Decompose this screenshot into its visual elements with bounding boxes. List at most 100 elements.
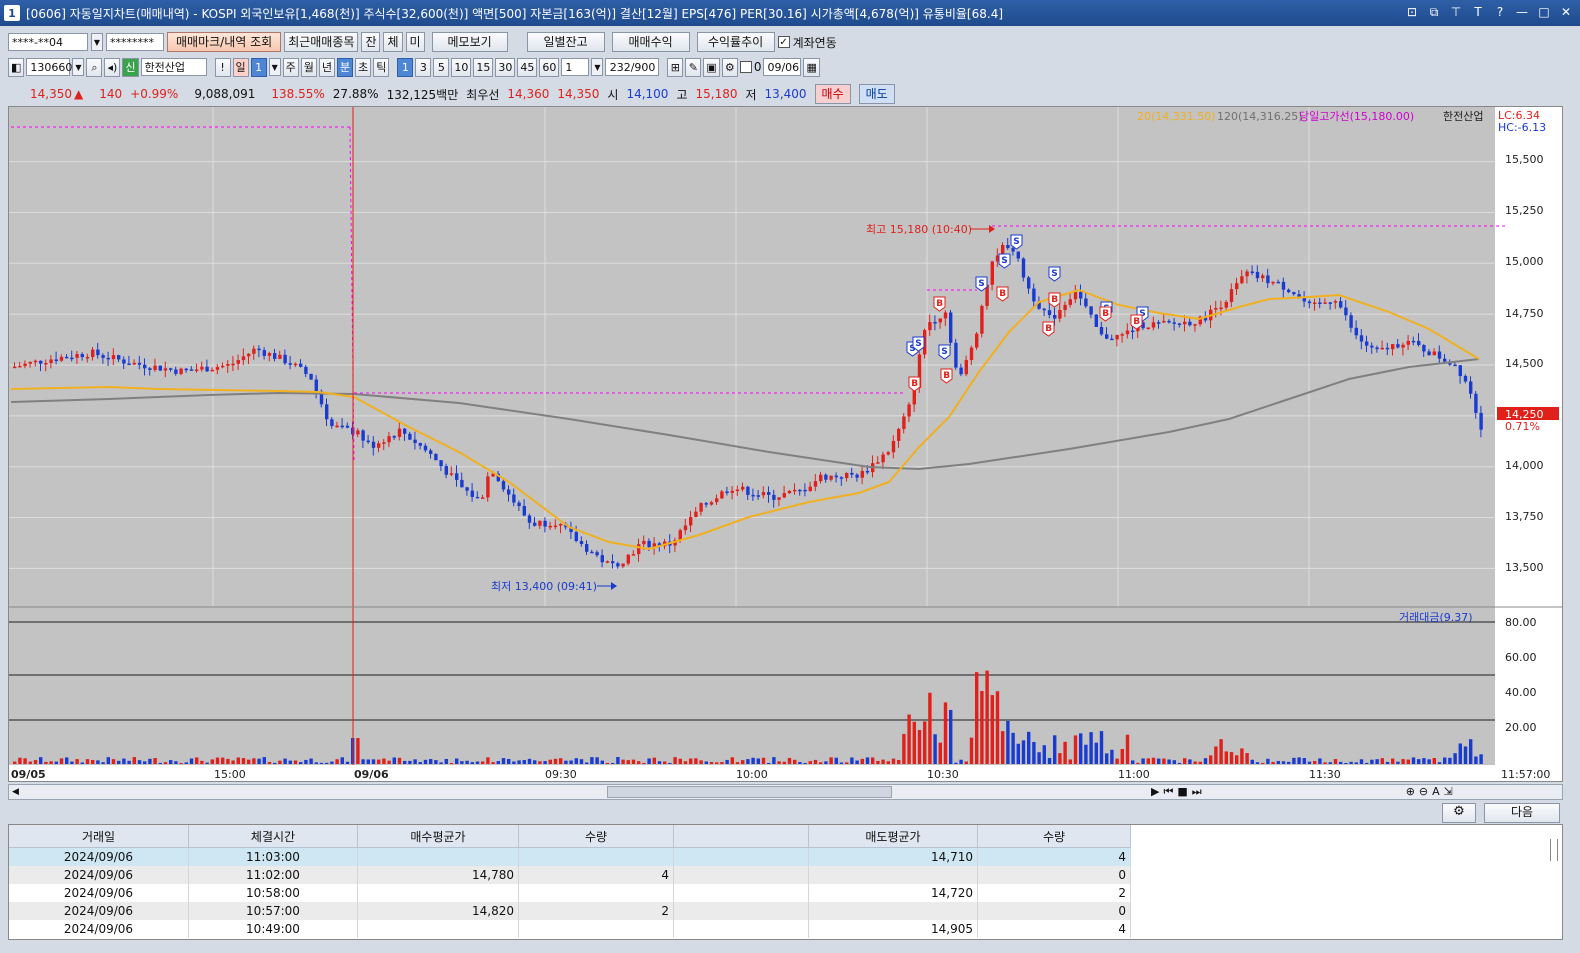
scroll-right-icon[interactable]: ▶ [1151, 785, 1159, 799]
interval-1-button[interactable]: 1 [397, 57, 414, 77]
stop-icon[interactable]: ■ [1177, 785, 1187, 799]
chart-panel[interactable]: SSSSSSSSSBBBBBBBB 20(14,331.50) 120(14,3… [8, 106, 1563, 782]
recent-trades-button[interactable]: 최근매매종목 [284, 32, 359, 52]
interval-45-button[interactable]: 45 [517, 57, 538, 77]
next-button[interactable]: 다음 [1484, 803, 1560, 823]
alert-button[interactable]: ! [214, 57, 231, 77]
grid-scrollbar[interactable] [1550, 839, 1558, 861]
search-icon[interactable]: ⌕ [86, 57, 103, 77]
candle [527, 515, 532, 523]
table-row[interactable]: 2024/09/06 11:03:00 14,710 4 [9, 847, 1131, 866]
return-trend-button[interactable]: 수익률추이 [696, 32, 775, 52]
table-cell: 14,710 [808, 847, 978, 866]
col-header[interactable]: 체결시간 [188, 825, 358, 848]
trade-profit-button[interactable]: 매매수익 [611, 32, 690, 52]
interval-15-button[interactable]: 15 [473, 57, 494, 77]
scroll-left-icon[interactable]: ◀ [12, 785, 19, 799]
stock-code-field[interactable]: 130660 [26, 58, 72, 76]
candle [340, 425, 344, 428]
save-icon[interactable]: ▣ [703, 57, 720, 77]
period-second-button[interactable]: 초 [355, 57, 372, 77]
interval-5-button[interactable]: 5 [433, 57, 450, 77]
interval-3-button[interactable]: 3 [415, 57, 432, 77]
help-icon[interactable]: ? [1492, 4, 1508, 20]
volume-bar [486, 757, 490, 764]
period-year-button[interactable]: 년 [318, 57, 336, 77]
period-num-field[interactable]: 1 [250, 57, 267, 77]
interval-30-button[interactable]: 30 [495, 57, 516, 77]
period-minute-button[interactable]: 분 [337, 57, 354, 77]
count-select[interactable]: 1 [561, 58, 590, 76]
candle [382, 442, 386, 444]
stock-name-field[interactable]: 한전산업 [140, 58, 207, 76]
last-icon[interactable]: ⏭ [1192, 785, 1202, 799]
first-icon[interactable]: ⏮ [1163, 785, 1173, 799]
candle [470, 490, 474, 497]
sound-icon[interactable]: ◂) [104, 57, 121, 77]
candle [174, 369, 178, 374]
col-header[interactable]: 매수평균가 [357, 825, 519, 848]
zoom-in-icon[interactable]: ⊕ [1406, 785, 1415, 799]
unexecuted-button[interactable]: 미 [405, 32, 425, 52]
trade-volume: 9,088,091 [194, 87, 256, 101]
maximize-button[interactable]: □ [1536, 4, 1552, 20]
tile-icon[interactable]: ⧉ [1426, 4, 1442, 20]
table-row[interactable]: 2024/09/06 11:02:00 14,780 4 0 [9, 866, 1131, 884]
price-chart[interactable]: SSSSSSSSSBBBBBBBB 20(14,331.50) 120(14,3… [9, 107, 1562, 781]
period-month-button[interactable]: 월 [300, 57, 317, 77]
account-dropdown-icon[interactable]: ▼ [91, 33, 103, 51]
table-row[interactable]: 2024/09/06 10:49:00 14,905 4 [9, 920, 1131, 938]
col-header[interactable]: 수량 [518, 825, 674, 848]
period-tick-button[interactable]: 틱 [373, 57, 390, 77]
table-cell [518, 847, 674, 866]
candle [1313, 302, 1317, 304]
col-header[interactable]: 거래일 [9, 825, 189, 848]
daily-balance-button[interactable]: 일별잔고 [526, 32, 605, 52]
font-icon[interactable]: T [1470, 4, 1486, 20]
layout-icon[interactable]: ◧ [8, 57, 25, 77]
bar-count-field[interactable]: 232/900 [605, 58, 660, 76]
volume-bar [54, 761, 58, 764]
interval-60-button[interactable]: 60 [539, 57, 560, 77]
candle [309, 373, 313, 380]
price-tick: 13,750 [1505, 510, 1544, 523]
indicator-icon[interactable]: ⊞ [667, 57, 684, 77]
close-button[interactable]: ✕ [1558, 4, 1574, 20]
password-field[interactable]: ******** [106, 33, 164, 51]
dock-icon[interactable]: ⊡ [1404, 4, 1420, 20]
trade-mark-query-button[interactable]: 매매마크/내역 조회 [167, 32, 282, 52]
font-size-icon[interactable]: A [1432, 785, 1440, 799]
table-row[interactable]: 2024/09/06 10:57:00 14,820 2 0 [9, 902, 1131, 920]
calendar-icon[interactable]: ▦ [803, 57, 820, 77]
volume-bar [169, 760, 173, 764]
period-day-button[interactable]: 일 [232, 57, 249, 77]
account-link-checkbox[interactable]: ✓ [777, 36, 790, 48]
period-week-button[interactable]: 주 [282, 57, 299, 77]
minimize-button[interactable]: — [1514, 4, 1530, 20]
zoom-out-icon[interactable]: ⊖ [1419, 785, 1428, 799]
settings-icon[interactable]: ⚙ [721, 57, 738, 77]
date-checkbox[interactable] [739, 61, 752, 73]
table-row[interactable]: 2024/09/06 10:58:00 14,720 2 [9, 884, 1131, 902]
draw-icon[interactable]: ✎ [685, 57, 702, 77]
period-dropdown-icon[interactable]: ▼ [268, 58, 281, 76]
sell-button[interactable]: 매도 [858, 84, 895, 104]
grid-settings-button[interactable]: ⚙ [1442, 803, 1476, 823]
date-field[interactable]: 09/06 [763, 58, 802, 76]
code-dropdown-icon[interactable]: ▼ [72, 58, 85, 76]
col-header[interactable]: 수량 [977, 825, 1131, 848]
buy-button[interactable]: 매수 [814, 84, 851, 104]
pin-icon[interactable]: ⊤ [1448, 4, 1464, 20]
col-header[interactable]: 매도평균가 [808, 825, 978, 848]
account-field[interactable]: ****-**04 [8, 33, 88, 51]
expand-icon[interactable]: ⇲ [1444, 785, 1453, 799]
balance-button[interactable]: 잔 [361, 32, 381, 52]
chart-scrollbar[interactable]: ◀ ▶ ⏮ ■ ⏭ ⊕ ⊖ A ⇲ [8, 784, 1563, 800]
interval-10-button[interactable]: 10 [451, 57, 472, 77]
count-dropdown-icon[interactable]: ▼ [591, 58, 604, 76]
trade-history-grid[interactable]: 거래일 체결시간 매수평균가 수량 매도평균가 수량 2024/09/06 11:… [8, 824, 1563, 940]
col-header[interactable] [673, 825, 809, 848]
executed-button[interactable]: 체 [383, 32, 403, 52]
memo-button[interactable]: 메모보기 [431, 32, 508, 52]
scroll-thumb[interactable] [607, 786, 892, 798]
